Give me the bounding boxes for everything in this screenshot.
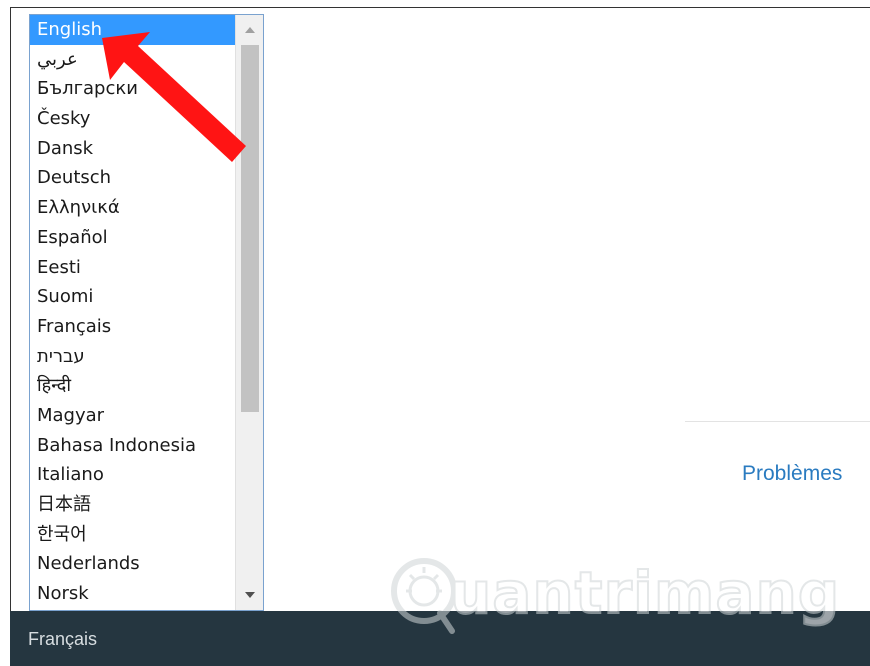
language-options: English عربي Български Česky Dansk Deuts… [30, 15, 235, 609]
language-option-hindi[interactable]: हिन्दी [30, 371, 235, 401]
scroll-down-button[interactable] [236, 580, 263, 610]
language-option-korean[interactable]: 한국어 [30, 520, 235, 550]
language-listbox[interactable]: English عربي Български Česky Dansk Deuts… [29, 14, 264, 611]
language-option-dutch[interactable]: Nederlands [30, 549, 235, 579]
language-option-bulgarian[interactable]: Български [30, 74, 235, 104]
language-option-danish[interactable]: Dansk [30, 134, 235, 164]
language-option-spanish[interactable]: Español [30, 223, 235, 253]
language-option-greek[interactable]: Ελληνικά [30, 193, 235, 223]
listbox-scrollbar[interactable] [235, 15, 263, 610]
language-option-norwegian[interactable]: Norsk [30, 579, 235, 609]
triangle-up-icon [244, 27, 255, 33]
footer-current-language[interactable]: Français [28, 629, 97, 650]
scroll-up-button[interactable] [236, 15, 263, 45]
language-option-arabic[interactable]: عربي [30, 45, 235, 75]
language-option-french[interactable]: Français [30, 312, 235, 342]
language-option-german[interactable]: Deutsch [30, 163, 235, 193]
language-option-finnish[interactable]: Suomi [30, 282, 235, 312]
problems-link[interactable]: Problèmes [742, 462, 842, 486]
language-option-estonian[interactable]: Eesti [30, 253, 235, 283]
scrollbar-thumb[interactable] [241, 45, 259, 412]
language-option-hebrew[interactable]: עברית [30, 342, 235, 372]
language-option-indonesian[interactable]: Bahasa Indonesia [30, 431, 235, 461]
language-option-czech[interactable]: Česky [30, 104, 235, 134]
language-option-english[interactable]: English [30, 15, 235, 45]
content-divider [685, 421, 870, 422]
language-option-japanese[interactable]: 日本語 [30, 490, 235, 520]
triangle-down-icon [244, 592, 255, 598]
language-option-hungarian[interactable]: Magyar [30, 401, 235, 431]
language-option-italian[interactable]: Italiano [30, 460, 235, 490]
footer-bar: Français [10, 611, 870, 666]
